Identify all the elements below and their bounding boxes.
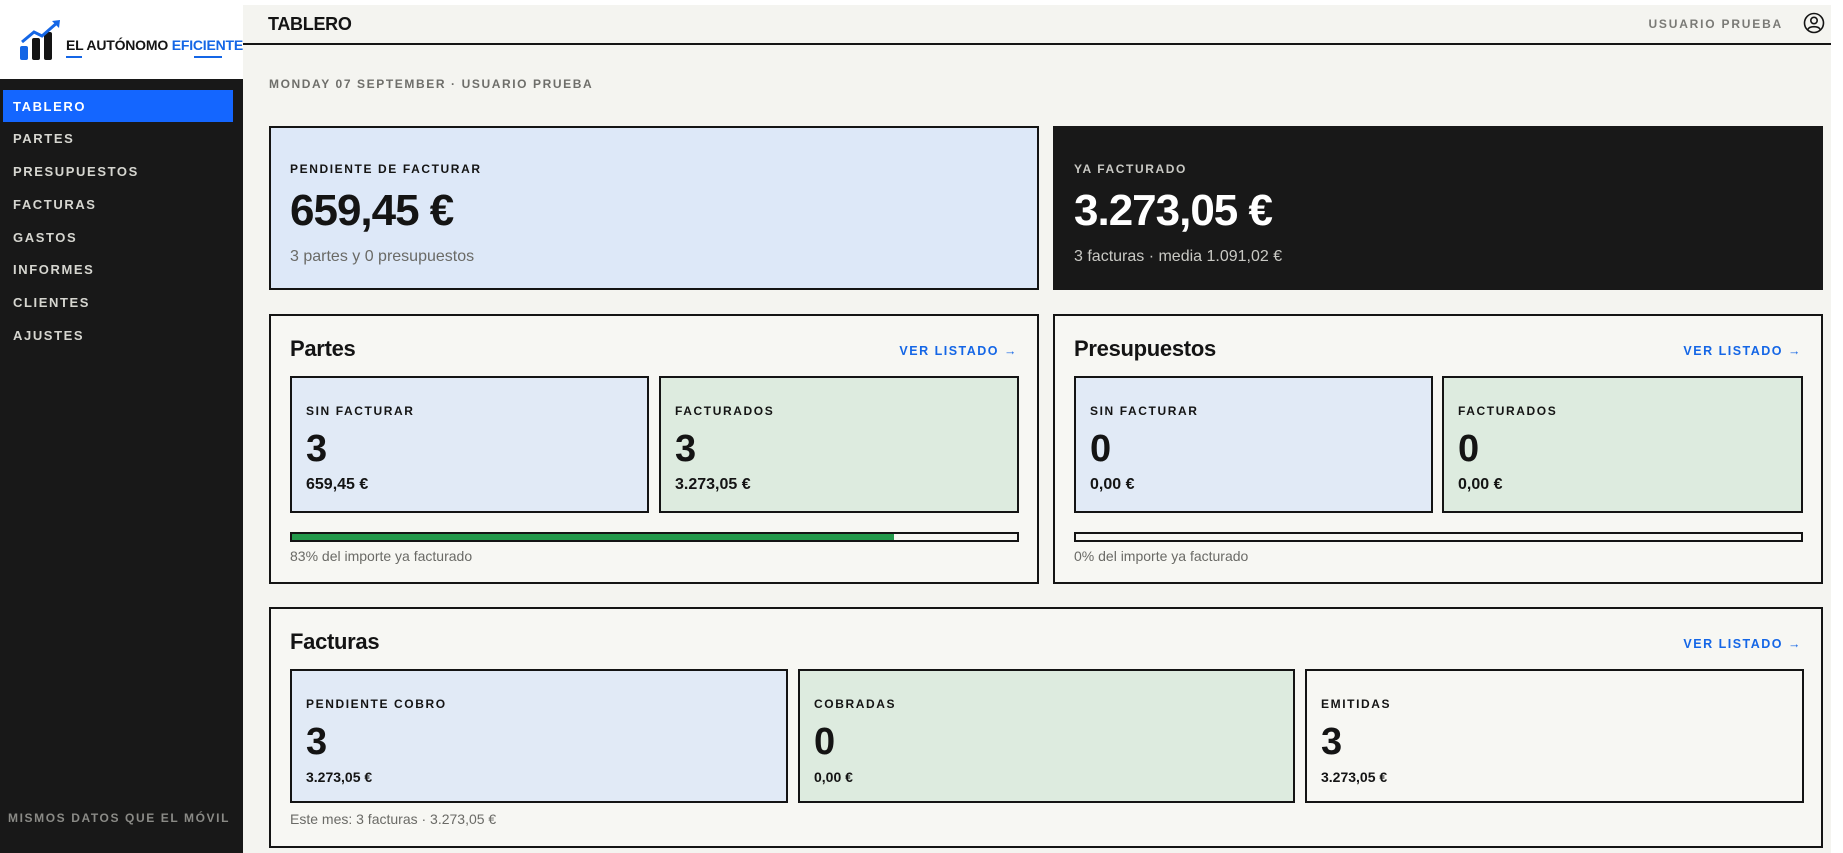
stat-count: 0	[1458, 428, 1480, 470]
stat-label: COBRADAS	[814, 697, 897, 711]
stat-count: 3	[306, 428, 328, 470]
presupuestos-title: Presupuestos	[1074, 336, 1216, 361]
sidebar: EL AUTÓNOMO EFICIENTE TABLERO PARTES PRE…	[0, 0, 243, 853]
facturas-emitidas-card[interactable]: EMITIDAS 3 3.273,05 €	[1305, 669, 1804, 803]
facturas-month-caption: Este mes: 3 facturas · 3.273,05 €	[290, 811, 497, 827]
sidebar-item-facturas[interactable]: FACTURAS	[3, 188, 233, 220]
brand-underline-accent	[194, 56, 222, 58]
facturas-panel: Facturas VER LISTADO → PENDIENTE COBRO 3…	[269, 607, 1823, 848]
pending-label: PENDIENTE DE FACTURAR	[290, 162, 482, 176]
top-bar: TABLERO USUARIO PRUEBA	[243, 0, 1843, 45]
partes-view-list-link[interactable]: VER LISTADO →	[899, 344, 1018, 358]
pending-invoice-card: PENDIENTE DE FACTURAR 659,45 € 3 partes …	[269, 126, 1039, 290]
date-line: MONDAY 07 SEPTEMBER · USUARIO PRUEBA	[269, 77, 594, 91]
stat-count: 3	[1321, 721, 1343, 763]
presupuestos-panel: Presupuestos VER LISTADO → SIN FACTURAR …	[1053, 314, 1823, 584]
stat-count: 0	[814, 721, 836, 763]
scrollbar-track[interactable]	[1831, 0, 1843, 853]
stat-amount: 0,00 €	[814, 769, 853, 785]
page-title: TABLERO	[268, 14, 352, 34]
facturas-cobradas-card[interactable]: COBRADAS 0 0,00 €	[798, 669, 1295, 803]
presupuestos-facturados-card[interactable]: FACTURADOS 0 0,00 €	[1442, 376, 1803, 513]
sidebar-item-informes[interactable]: INFORMES	[3, 254, 233, 286]
stat-amount: 0,00 €	[1090, 476, 1135, 493]
pending-subtitle: 3 partes y 0 presupuestos	[290, 248, 475, 265]
invoiced-label: YA FACTURADO	[1074, 162, 1187, 176]
presupuestos-progress-caption: 0% del importe ya facturado	[1074, 548, 1249, 564]
partes-title: Partes	[290, 336, 356, 361]
invoiced-card: YA FACTURADO 3.273,05 € 3 facturas · med…	[1053, 126, 1823, 290]
stat-count: 0	[1090, 428, 1112, 470]
partes-sin-facturar-card[interactable]: SIN FACTURAR 3 659,45 €	[290, 376, 649, 513]
logo-chart-icon	[20, 20, 60, 60]
partes-progress-caption: 83% del importe ya facturado	[290, 548, 473, 564]
presupuestos-sin-facturar-card[interactable]: SIN FACTURAR 0 0,00 €	[1074, 376, 1433, 513]
stat-count: 3	[306, 721, 328, 763]
sidebar-item-gastos[interactable]: GASTOS	[3, 221, 233, 253]
stat-label: SIN FACTURAR	[306, 404, 415, 418]
invoiced-value: 3.273,05 €	[1074, 186, 1273, 235]
pending-value: 659,45 €	[290, 186, 454, 235]
facturas-pendiente-card[interactable]: PENDIENTE COBRO 3 3.273,05 €	[290, 669, 788, 803]
sidebar-nav: TABLERO PARTES PRESUPUESTOS FACTURAS GAS…	[3, 90, 233, 352]
stat-label: EMITIDAS	[1321, 697, 1392, 711]
stat-amount: 3.273,05 €	[306, 769, 373, 785]
stat-amount: 0,00 €	[1458, 476, 1503, 493]
partes-progress-bar	[290, 532, 1019, 542]
stat-amount: 3.273,05 €	[675, 476, 751, 493]
stat-label: FACTURADOS	[675, 404, 775, 418]
stat-label: FACTURADOS	[1458, 404, 1558, 418]
sidebar-footer-note: MISMOS DATOS QUE EL MÓVIL	[8, 811, 231, 825]
sidebar-item-presupuestos[interactable]: PRESUPUESTOS	[3, 156, 233, 188]
sidebar-item-partes[interactable]: PARTES	[3, 123, 233, 155]
brand-underline	[66, 56, 82, 58]
user-name[interactable]: USUARIO PRUEBA	[1648, 17, 1783, 31]
presupuestos-view-list-link[interactable]: VER LISTADO →	[1683, 344, 1802, 358]
facturas-view-list-link[interactable]: VER LISTADO →	[1683, 637, 1802, 651]
invoiced-subtitle: 3 facturas · media 1.091,02 €	[1074, 248, 1283, 265]
logo-area[interactable]: EL AUTÓNOMO EFICIENTE	[0, 0, 243, 79]
brand-name: EL AUTÓNOMO EFICIENTE	[66, 37, 244, 53]
sidebar-item-clientes[interactable]: CLIENTES	[3, 287, 233, 319]
stat-label: SIN FACTURAR	[1090, 404, 1199, 418]
stat-amount: 3.273,05 €	[1321, 769, 1388, 785]
sidebar-item-ajustes[interactable]: AJUSTES	[3, 319, 233, 351]
partes-progress-fill	[292, 534, 894, 540]
sidebar-item-tablero[interactable]: TABLERO	[3, 90, 233, 122]
user-circle-icon[interactable]	[1803, 12, 1825, 34]
presupuestos-progress-bar	[1074, 532, 1803, 542]
stat-count: 3	[675, 428, 697, 470]
partes-facturados-card[interactable]: FACTURADOS 3 3.273,05 €	[659, 376, 1019, 513]
stat-label: PENDIENTE COBRO	[306, 697, 447, 711]
facturas-title: Facturas	[290, 629, 380, 654]
stat-amount: 659,45 €	[306, 476, 369, 493]
partes-panel: Partes VER LISTADO → SIN FACTURAR 3 659,…	[269, 314, 1039, 584]
